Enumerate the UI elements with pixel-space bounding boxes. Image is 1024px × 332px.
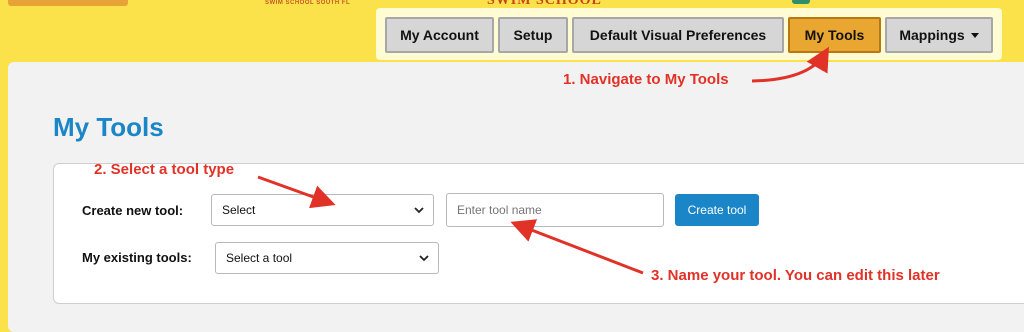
annotation-step-1: 1. Navigate to My Tools [563, 71, 729, 88]
nav-my-tools-label: My Tools [804, 27, 865, 43]
nav-default-visual-preferences-label: Default Visual Preferences [589, 27, 767, 43]
nav-my-account[interactable]: My Account [385, 17, 494, 53]
existing-tools-select[interactable]: Select a tool [215, 242, 439, 274]
create-tool-button[interactable]: Create tool [675, 194, 759, 226]
existing-tools-label: My existing tools: [82, 250, 192, 265]
existing-tools-select-value: Select a tool [226, 251, 293, 265]
nav-mappings[interactable]: Mappings [885, 17, 993, 53]
page-title: My Tools [53, 112, 164, 142]
annotation-step-3: 3. Name your tool. You can edit this lat… [651, 267, 940, 284]
tool-type-select[interactable]: Select [211, 194, 434, 226]
nav-setup-label: Setup [513, 27, 553, 43]
annotation-step-2: 2. Select a tool type [94, 161, 235, 178]
nav-setup[interactable]: Setup [498, 17, 568, 53]
nav-mappings-label: Mappings [899, 27, 965, 43]
create-new-tool-label: Create new tool: [82, 203, 184, 218]
logo-fragment-left [8, 0, 128, 6]
top-navigation: My Account Setup Default Visual Preferen… [376, 8, 1002, 60]
create-tool-button-label: Create tool [687, 203, 747, 217]
logo-small-text: SWIM SCHOOL SOUTH FL [265, 0, 351, 6]
nav-my-tools[interactable]: My Tools [788, 17, 881, 53]
caret-down-icon [970, 32, 979, 38]
nav-default-visual-preferences[interactable]: Default Visual Preferences [572, 17, 784, 53]
logo-fragment-right [792, 0, 810, 4]
chevron-down-icon [414, 207, 424, 214]
tool-name-input[interactable] [446, 193, 664, 227]
tool-type-select-value: Select [222, 203, 256, 217]
nav-my-account-label: My Account [400, 27, 479, 43]
chevron-down-icon [419, 255, 429, 262]
